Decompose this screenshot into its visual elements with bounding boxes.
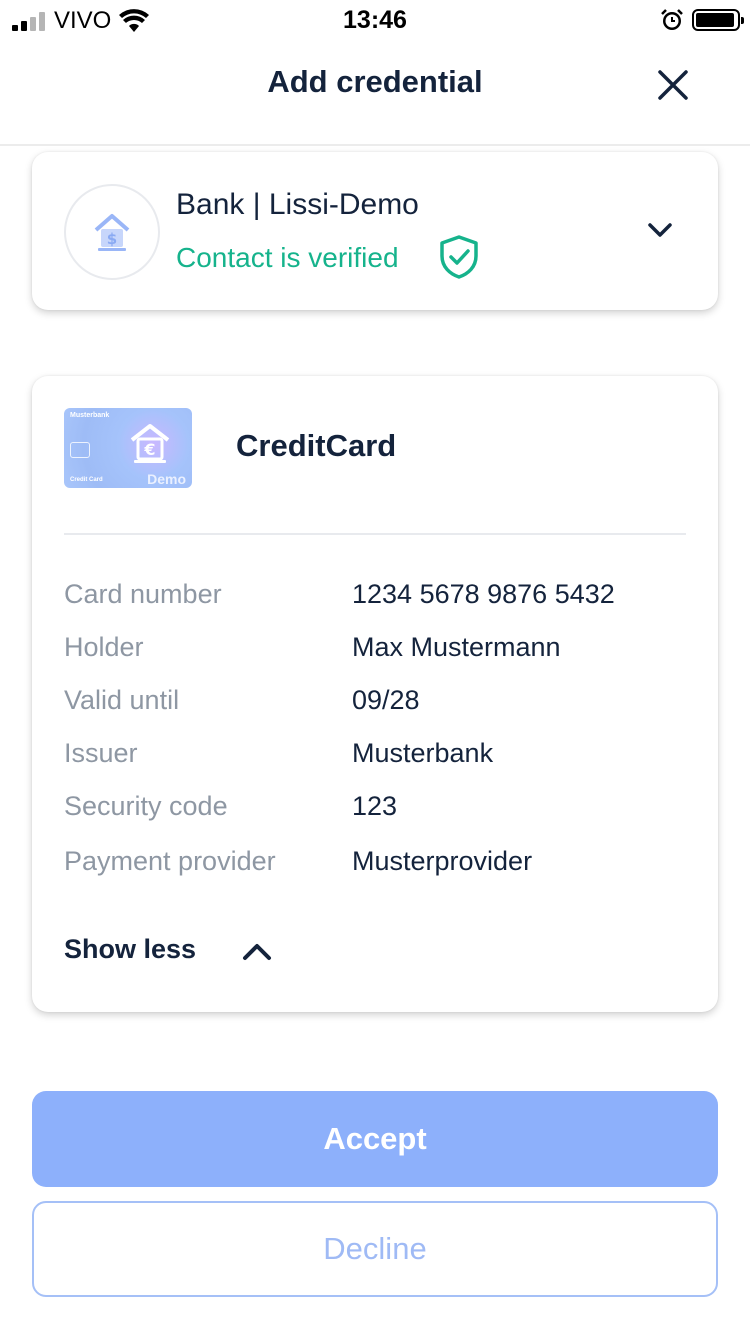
attribute-row: Issuer Musterbank <box>64 738 686 778</box>
chevron-down-icon[interactable] <box>644 214 676 246</box>
svg-text:$: $ <box>107 230 117 248</box>
battery-icon <box>692 9 744 31</box>
credential-card: Musterbank € Credit Card Demo CreditCard… <box>32 376 718 1012</box>
clock: 13:46 <box>343 6 407 34</box>
attribute-label: Valid until <box>64 685 180 715</box>
attribute-label: Payment provider <box>64 846 276 876</box>
contact-card[interactable]: $ Bank | Lissi-Demo Contact is verified <box>32 152 718 310</box>
thumbnail-badge: Demo <box>147 471 186 487</box>
avatar: $ <box>64 184 160 280</box>
attribute-label: Issuer <box>64 738 138 768</box>
chevron-up-icon <box>243 944 271 960</box>
thumbnail-card-type: Credit Card <box>70 477 103 483</box>
thumbnail-bank-name: Musterbank <box>70 412 110 419</box>
attribute-label: Card number <box>64 579 222 609</box>
page-title: Add credential <box>267 64 483 99</box>
accept-button[interactable]: Accept <box>32 1091 718 1187</box>
attribute-row: Card number 1234 5678 9876 5432 <box>64 579 686 619</box>
attribute-row: Valid until 09/28 <box>64 685 686 725</box>
alarm-icon <box>661 9 683 30</box>
decline-button[interactable]: Decline <box>32 1201 718 1297</box>
credential-title: CreditCard <box>236 428 397 463</box>
status-bar: VIVO 13:46 <box>0 0 750 40</box>
attribute-label: Security code <box>64 791 228 821</box>
bank-euro-logo-icon: € <box>130 424 170 463</box>
bank-logo-icon: $ <box>94 214 130 251</box>
attribute-value: Musterbank <box>352 738 494 768</box>
attribute-value: 1234 5678 9876 5432 <box>352 579 615 609</box>
svg-text:€: € <box>143 440 155 459</box>
verified-status: Contact is verified <box>176 242 399 273</box>
shield-check-icon <box>440 235 478 279</box>
attribute-value: 09/28 <box>352 685 420 715</box>
attribute-row: Holder Max Mustermann <box>64 632 686 672</box>
contact-name: Bank | Lissi-Demo <box>176 188 419 221</box>
divider <box>64 533 686 535</box>
close-icon[interactable] <box>652 64 694 106</box>
show-less-label: Show less <box>64 934 197 964</box>
header: Add credential <box>0 40 750 146</box>
attribute-value: Musterprovider <box>352 846 533 876</box>
attribute-row: Payment provider Musterprovider <box>64 846 686 886</box>
attribute-row: Security code 123 <box>64 791 686 831</box>
attribute-value: Max Mustermann <box>352 632 561 662</box>
credit-card-thumbnail: Musterbank € Credit Card Demo <box>64 408 192 488</box>
chip-icon <box>70 442 90 458</box>
attribute-value: 123 <box>352 791 398 821</box>
attribute-label: Holder <box>64 632 144 662</box>
